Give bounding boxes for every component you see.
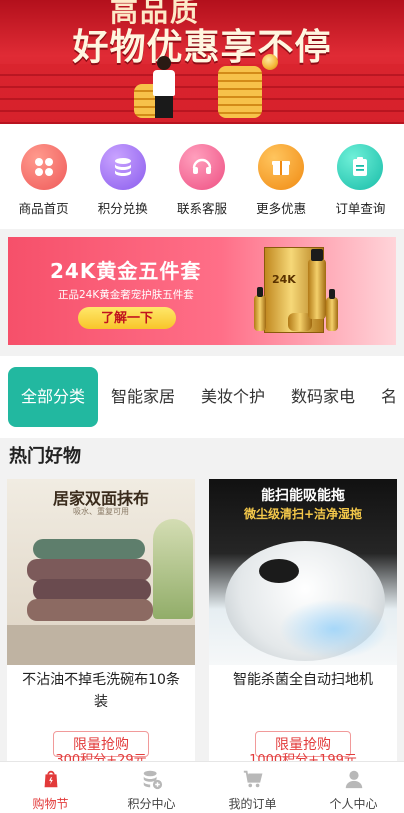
tab-more[interactable]: 名 — [368, 367, 404, 427]
tab-digital[interactable]: 数码家电 — [278, 367, 368, 427]
coins-plus-icon — [143, 770, 162, 790]
nav-my-orders[interactable]: 我的订单 — [202, 762, 303, 813]
gift-icon — [258, 144, 305, 190]
quick-link-label: 更多优惠 — [256, 201, 307, 216]
image-title: 能扫能吸能拖 — [261, 488, 345, 504]
hero-stairs — [0, 64, 404, 124]
nav-profile[interactable]: 个人中心 — [303, 762, 404, 813]
product-box-label: 24K — [272, 273, 296, 286]
image-subtitle: 微尘级清扫+洁净湿拖 — [243, 507, 363, 521]
product-card[interactable]: 能扫能吸能拖 微尘级清扫+洁净湿拖 智能杀菌全自动扫地机 限量抢购 1000积分… — [209, 479, 397, 769]
product-card[interactable]: 居家双面抹布 吸水、重复可用 不沾油不掉毛洗碗布10条装 限量抢购 300积分+… — [7, 479, 195, 769]
nav-label: 积分中心 — [127, 797, 176, 811]
nav-label: 购物节 — [32, 797, 69, 811]
tab-beauty[interactable]: 美妆个护 — [188, 367, 278, 427]
bottle-image — [326, 297, 338, 331]
hero-title-line2: 好物优惠享不停 — [72, 27, 332, 68]
quick-link-service[interactable]: 联系客服 — [166, 144, 238, 229]
quick-link-label: 商品首页 — [18, 201, 69, 216]
user-icon — [345, 770, 362, 789]
hero-banner[interactable]: 高品质 好物优惠享不停 — [0, 0, 404, 124]
learn-more-button[interactable]: 了解一下 — [78, 307, 176, 329]
cart-icon — [243, 770, 262, 788]
product-name: 不沾油不掉毛洗碗布10条装 — [22, 672, 180, 710]
nav-label: 我的订单 — [228, 797, 277, 811]
nav-points-center[interactable]: 积分中心 — [101, 762, 202, 813]
nav-shopping-festival[interactable]: 购物节 — [0, 762, 101, 813]
quick-link-label: 订单查询 — [335, 201, 386, 216]
bottle-image — [308, 259, 326, 319]
quick-link-offers[interactable]: 更多优惠 — [245, 144, 317, 229]
tab-all[interactable]: 全部分类 — [8, 367, 98, 427]
bottom-nav: 购物节 积分中心 我的订单 个人中心 — [0, 761, 404, 813]
person-illustration — [150, 56, 178, 118]
bottle-cap — [329, 289, 335, 299]
category-tabs-bar: 全部分类 智能家居 美妆个护 数码家电 名 — [0, 356, 404, 438]
tab-smart-home[interactable]: 智能家居 — [98, 367, 188, 427]
category-tabs: 全部分类 智能家居 美妆个护 数码家电 名 — [8, 367, 404, 427]
nav-label: 个人中心 — [329, 797, 378, 811]
promo-title: 24K黄金五件套 — [50, 259, 202, 283]
section-title: 热门好物 — [9, 446, 81, 467]
quick-links: 商品首页 积分兑换 联系客服 更多优惠 订单查询 — [0, 124, 404, 229]
coin-icon — [262, 54, 278, 70]
coin-stack — [218, 66, 262, 118]
grid-icon — [20, 144, 67, 190]
quick-link-points[interactable]: 积分兑换 — [87, 144, 159, 229]
shopping-bag-icon — [44, 770, 57, 788]
image-subtitle: 吸水、重复可用 — [73, 507, 129, 516]
quick-link-label: 联系客服 — [176, 201, 227, 216]
promo-banner[interactable]: 24K黄金五件套 正品24K黄金奢宠护肤五件套 了解一下 24K — [8, 237, 396, 345]
coins-icon — [99, 144, 146, 190]
clipboard-icon — [337, 144, 384, 190]
product-image: 居家双面抹布 吸水、重复可用 — [7, 479, 195, 665]
bottle-cap — [311, 249, 323, 261]
product-image: 能扫能吸能拖 微尘级清扫+洁净湿拖 — [209, 479, 397, 665]
headset-icon — [178, 144, 225, 190]
quick-link-orders[interactable]: 订单查询 — [324, 144, 396, 229]
quick-link-label: 积分兑换 — [97, 201, 148, 216]
bottle-image — [254, 295, 266, 331]
product-name: 智能杀菌全自动扫地机 — [233, 672, 373, 688]
promo-subtitle: 正品24K黄金奢宠护肤五件套 — [58, 289, 194, 301]
quick-link-home[interactable]: 商品首页 — [8, 144, 80, 229]
bottle-cap — [257, 287, 263, 297]
